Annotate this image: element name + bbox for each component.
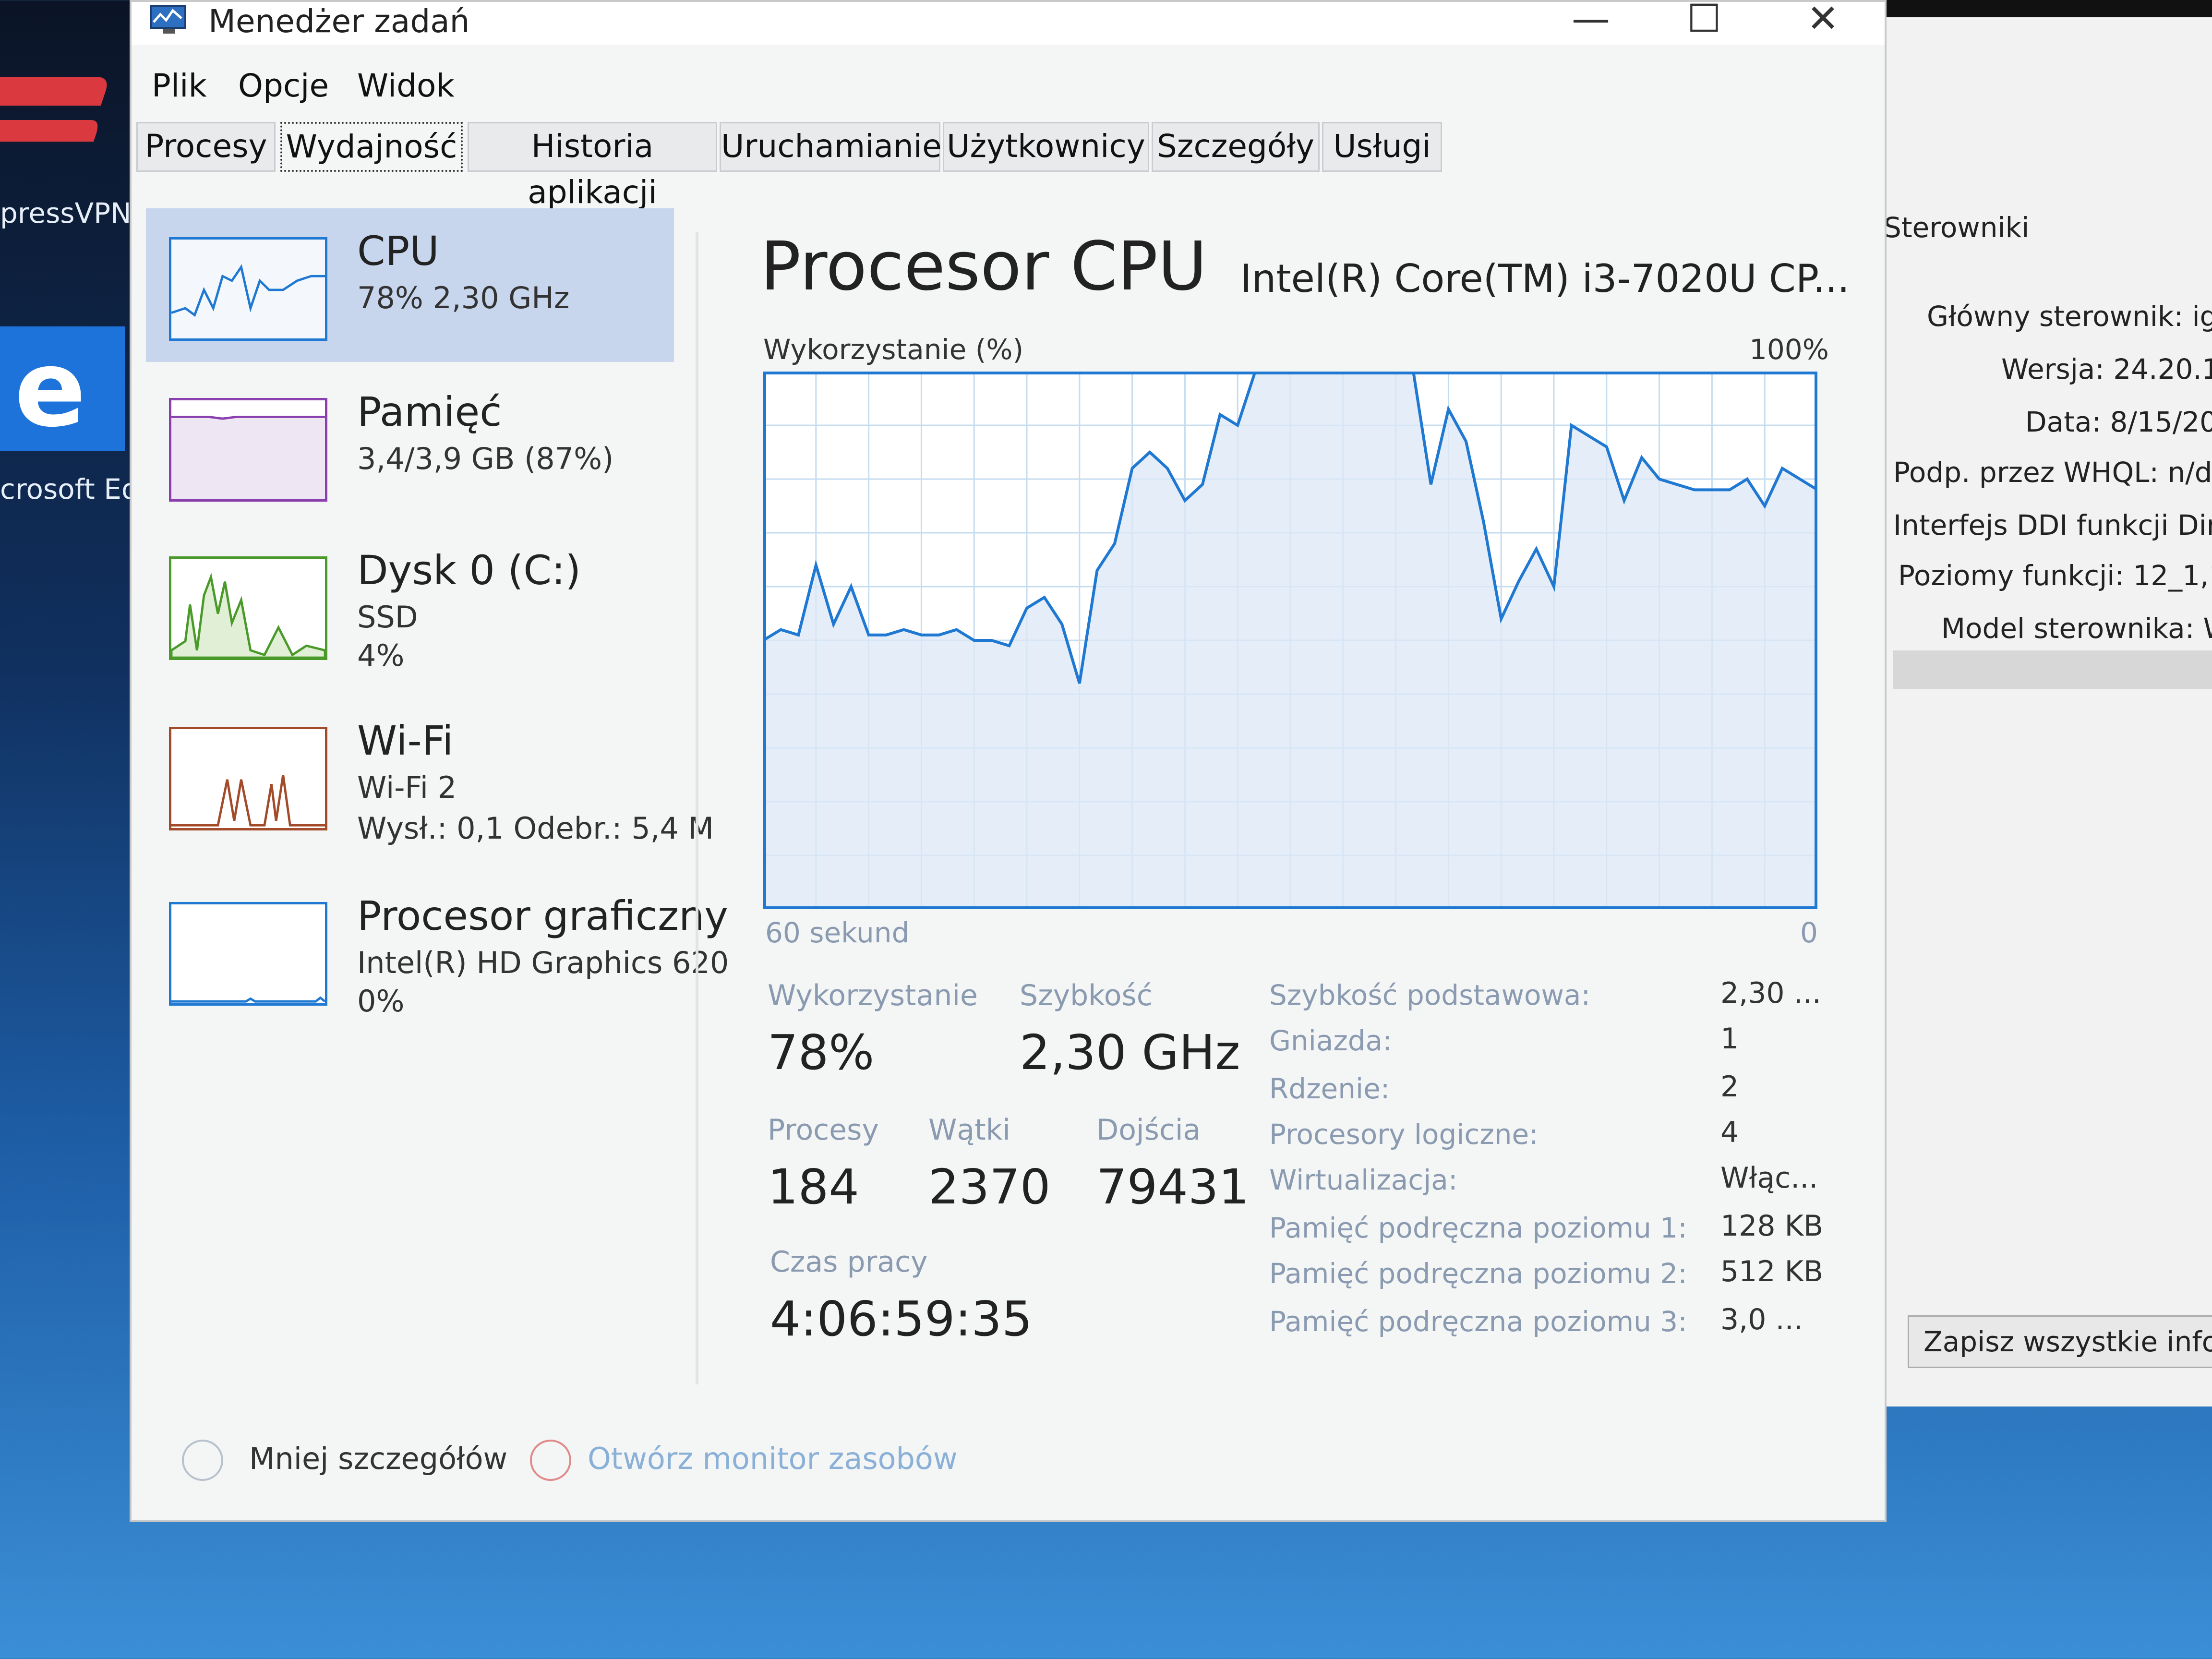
sidebar-disk-title: Dysk 0 (C:) <box>357 547 581 594</box>
expressvpn-icon[interactable] <box>0 58 110 154</box>
spec-label: Pamięć podręczna poziomu 2: <box>1269 1257 1687 1290</box>
sidebar-item-disk[interactable]: Dysk 0 (C:) SSD 4% <box>146 528 674 681</box>
sidebar-cpu-title: CPU <box>357 228 439 275</box>
cpu-usage-graph <box>763 372 1817 909</box>
sidebar-memory-title: Pamięć <box>357 388 502 435</box>
cpu-thumbnail-graph <box>169 237 327 341</box>
driver-row: Podp. przez WHQL: n/d <box>1893 456 2212 489</box>
threads-value: 2370 <box>928 1159 1051 1215</box>
tab-performance[interactable]: Wydajność <box>280 122 463 172</box>
spec-value: Włąc... <box>1720 1161 1818 1195</box>
cpu-model-name: Intel(R) Core(TM) i3-7020U CP... <box>1240 256 1850 301</box>
spec-label: Gniazda: <box>1269 1024 1392 1057</box>
spec-label: Szybkość podstawowa: <box>1269 979 1591 1011</box>
spec-value: 3,0 ... <box>1720 1303 1803 1336</box>
panel-title: Procesor CPU <box>760 228 1207 306</box>
memory-thumbnail-graph <box>169 398 327 502</box>
spec-label: Wirtualizacja: <box>1269 1164 1458 1196</box>
background-window: Sterowniki Główny sterownik: igdu Wersja… <box>1872 0 2212 1407</box>
driver-row: Interfejs DDI funkcji Direc <box>1893 509 2212 541</box>
uptime-label: Czas pracy <box>770 1245 928 1279</box>
spec-value: 1 <box>1720 1022 1739 1056</box>
sidebar-item-cpu[interactable]: CPU 78% 2,30 GHz <box>146 208 674 362</box>
utilization-label: Wykorzystanie <box>768 979 978 1012</box>
chevron-up-icon[interactable] <box>182 1440 223 1481</box>
tab-startup[interactable]: Uruchamianie <box>720 122 942 172</box>
edge-icon[interactable]: e <box>0 326 125 451</box>
spec-label: Procesory logiczne: <box>1269 1118 1539 1151</box>
speed-label: Szybkość <box>1020 979 1153 1012</box>
resource-monitor-icon <box>530 1440 571 1481</box>
spec-value: 512 KB <box>1720 1255 1824 1288</box>
spec-label: Pamięć podręczna poziomu 1: <box>1269 1212 1687 1244</box>
sidebar-gpu-title: Procesor graficzny <box>357 892 728 939</box>
utilization-value: 78% <box>768 1024 875 1081</box>
sidebar-disk-type: SSD <box>357 600 418 635</box>
threads-label: Wątki <box>928 1113 1011 1147</box>
sidebar-memory-usage: 3,4/3,9 GB (87%) <box>357 441 614 476</box>
tab-processes[interactable]: Procesy <box>136 122 276 172</box>
processes-value: 184 <box>768 1159 859 1215</box>
task-manager-window: Menedżer zadań — ☐ ✕ Plik Opcje Widok Pr… <box>130 0 1887 1522</box>
drivers-section-title: Sterowniki <box>1884 211 2030 244</box>
tab-bar: Procesy Wydajność Historia aplikacji Uru… <box>136 117 1442 211</box>
sidebar-gpu-model: Intel(R) HD Graphics 620 <box>357 945 729 980</box>
graph-min-label: 0 <box>1800 916 1818 949</box>
spec-value: 2,30 ... <box>1720 976 1821 1010</box>
close-button[interactable]: ✕ <box>1807 0 1839 38</box>
minimize-button[interactable]: — <box>1572 0 1610 38</box>
spec-value: 2 <box>1720 1070 1739 1104</box>
save-all-info-button[interactable]: Zapisz wszystkie informa <box>1908 1315 2212 1368</box>
sidebar-divider[interactable] <box>696 232 698 1384</box>
tab-details[interactable]: Szczegóły <box>1152 122 1320 172</box>
open-resource-monitor-link[interactable]: Otwórz monitor zasobów <box>588 1441 958 1476</box>
tab-users[interactable]: Użytkownicy <box>943 122 1149 172</box>
sidebar-disk-usage: 4% <box>357 638 405 673</box>
sidebar-item-gpu[interactable]: Procesor graficzny Intel(R) HD Graphics … <box>146 873 729 1027</box>
handles-value: 79431 <box>1096 1159 1250 1215</box>
driver-row: Data: 8/15/20 <box>2025 406 2212 438</box>
graph-max-label: 100% <box>1749 333 1829 366</box>
spec-value: 4 <box>1720 1116 1739 1149</box>
speed-value: 2,30 GHz <box>1020 1024 1240 1081</box>
tab-app-history[interactable]: Historia aplikacji <box>468 122 717 211</box>
driver-row: Model sterownika: WD <box>1941 612 2212 645</box>
menu-view[interactable]: Widok <box>357 67 455 104</box>
tab-services[interactable]: Usługi <box>1322 122 1442 172</box>
menu-options[interactable]: Opcje <box>238 67 329 104</box>
desktop-left-area: pressVPN e crosoft Ed <box>0 0 144 1659</box>
graph-label: Wykorzystanie (%) <box>763 333 1024 366</box>
wifi-thumbnail-graph <box>169 727 327 830</box>
menu-file[interactable]: Plik <box>152 67 207 104</box>
driver-row: Główny sterownik: igdu <box>1927 300 2212 333</box>
sidebar-gpu-usage: 0% <box>357 984 405 1019</box>
sidebar-wifi-title: Wi-Fi <box>357 717 454 764</box>
processes-label: Procesy <box>768 1113 879 1147</box>
maximize-button[interactable]: ☐ <box>1687 0 1721 38</box>
spec-value: 128 KB <box>1720 1209 1824 1243</box>
task-manager-icon <box>150 5 186 34</box>
driver-row: Poziomy funkcji: 12_1,12 <box>1898 559 2212 592</box>
handles-label: Dojścia <box>1096 1113 1201 1147</box>
spec-label: Rdzenie: <box>1269 1072 1390 1105</box>
expressvpn-label: pressVPN <box>0 197 132 229</box>
gpu-thumbnail-graph <box>169 902 327 1006</box>
sidebar-wifi-throughput: Wysł.: 0,1 Odebr.: 5,4 M <box>357 811 714 846</box>
sidebar-wifi-adapter: Wi-Fi 2 <box>357 770 457 805</box>
sidebar-item-memory[interactable]: Pamięć 3,4/3,9 GB (87%) <box>146 369 674 523</box>
uptime-value: 4:06:59:35 <box>770 1291 1033 1347</box>
sidebar-item-wifi[interactable]: Wi-Fi Wi-Fi 2 Wysł.: 0,1 Odebr.: 5,4 M <box>146 698 714 852</box>
disk-thumbnail-graph <box>169 556 327 660</box>
menu-bar: Plik Opcje Widok <box>132 60 1885 112</box>
graph-time-label: 60 sekund <box>765 916 910 949</box>
fewer-details-link[interactable]: Mniej szczegółów <box>249 1441 507 1476</box>
horizontal-scrollbar[interactable] <box>1893 650 2212 689</box>
spec-label: Pamięć podręczna poziomu 3: <box>1269 1305 1687 1338</box>
driver-row: Wersja: 24.20.1 <box>2001 353 2212 385</box>
title-bar: Menedżer zadań — ☐ ✕ <box>132 0 1885 45</box>
sidebar-cpu-usage: 78% 2,30 GHz <box>357 280 570 315</box>
edge-label: crosoft Ed <box>0 473 139 505</box>
window-title: Menedżer zadań <box>208 3 470 40</box>
